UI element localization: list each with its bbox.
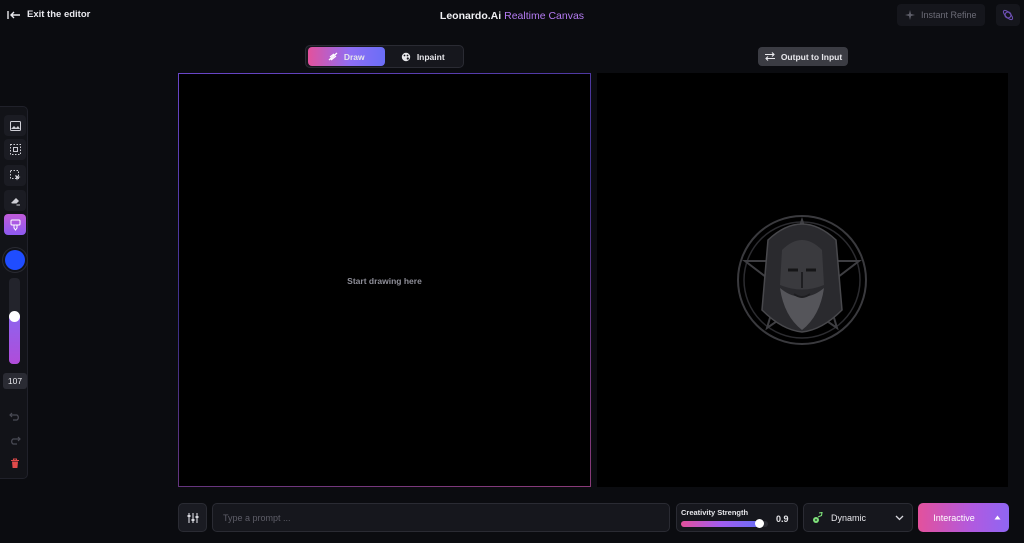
select-tool[interactable]: [4, 165, 26, 186]
app-title: Leonardo.Ai Realtime Canvas: [0, 10, 1024, 22]
tab-inpaint[interactable]: Inpaint: [385, 47, 462, 66]
top-bar: Exit the editor Leonardo.Ai Realtime Can…: [0, 0, 1024, 32]
drawing-toolbar: 107: [0, 106, 28, 479]
brush-stroke-icon: [328, 52, 338, 61]
realtime-gen-button[interactable]: [996, 4, 1020, 26]
image-icon: [9, 120, 21, 131]
brush-tool[interactable]: [4, 214, 26, 235]
orbit-icon: [1002, 9, 1014, 21]
sliders-icon: [187, 512, 198, 523]
settings-button[interactable]: [178, 503, 207, 532]
add-image-tool[interactable]: [4, 115, 26, 136]
style-select-value: Dynamic: [831, 512, 867, 523]
tab-draw[interactable]: Draw: [308, 47, 385, 66]
clear-canvas-button[interactable]: [5, 454, 25, 472]
instant-refine-button[interactable]: Instant Refine: [897, 4, 985, 26]
interactive-label: Interactive: [933, 512, 975, 523]
undo-icon: [9, 412, 19, 421]
canvas-hint: Start drawing here: [347, 276, 422, 286]
tab-inpaint-label: Inpaint: [416, 51, 445, 62]
creativity-strength-control: Creativity Strength 0.9: [676, 503, 798, 532]
tab-draw-label: Draw: [343, 51, 365, 62]
sparkle-icon: [905, 10, 915, 20]
caret-up-icon: [994, 515, 1000, 520]
drawing-canvas[interactable]: Start drawing here: [178, 73, 591, 487]
undo-button[interactable]: [5, 407, 25, 425]
brush-color-picker[interactable]: [5, 250, 25, 270]
drawing-surface[interactable]: Start drawing here: [179, 74, 590, 486]
creativity-strength-label: Creativity Strength: [681, 508, 749, 517]
palette-icon: [401, 52, 411, 61]
guitar-icon: [813, 511, 823, 523]
output-to-input-label: Output to Input: [780, 51, 843, 62]
mode-menu-toggle[interactable]: [990, 515, 1004, 520]
app-name: Leonardo.Ai: [439, 10, 502, 22]
interactive-generate-button[interactable]: Interactive: [918, 503, 1009, 532]
cursor-select-icon: [9, 170, 20, 181]
dashed-grid-icon: [9, 144, 21, 155]
brush-size-fill: [9, 316, 20, 364]
generated-image: [737, 215, 867, 345]
select-region-tool[interactable]: [4, 139, 26, 160]
output-canvas: [597, 73, 1008, 487]
creativity-strength-value: 0.9: [776, 514, 789, 524]
app-subtitle: Realtime Canvas: [504, 10, 585, 22]
chevron-down-icon: [895, 515, 904, 520]
instant-refine-label: Instant Refine: [921, 10, 977, 20]
redo-icon: [11, 436, 21, 445]
redo-button[interactable]: [5, 431, 25, 449]
output-to-input-button[interactable]: Output to Input: [758, 47, 848, 66]
eraser-icon: [10, 197, 20, 205]
mode-toggle: Draw Inpaint: [305, 45, 464, 68]
trash-icon: [11, 457, 19, 468]
eraser-tool[interactable]: [4, 190, 26, 211]
creativity-strength-knob[interactable]: [754, 519, 764, 528]
creativity-strength-fill: [681, 521, 760, 527]
swap-arrows-icon: [764, 52, 775, 61]
brush-size-value[interactable]: 107: [3, 373, 27, 389]
style-select[interactable]: Dynamic: [803, 503, 913, 532]
prompt-input[interactable]: [212, 503, 670, 532]
brush-icon: [10, 219, 20, 231]
